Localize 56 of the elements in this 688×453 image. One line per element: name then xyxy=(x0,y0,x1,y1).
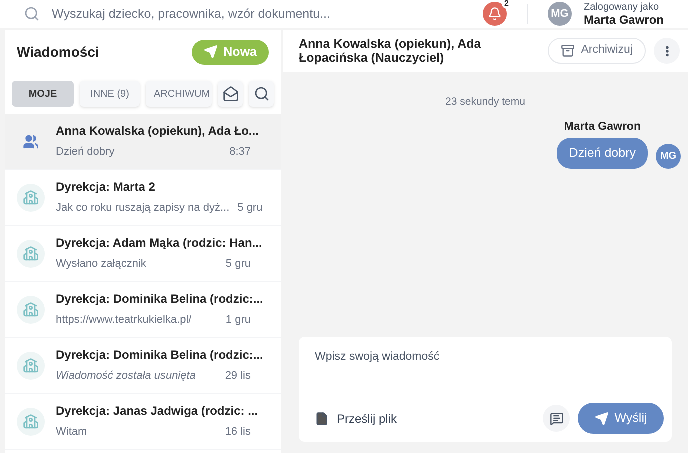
send-button[interactable]: Wyślij xyxy=(578,403,664,434)
filter-tab[interactable]: MOJE xyxy=(12,81,74,107)
school-icon xyxy=(23,246,39,262)
group-icon xyxy=(23,134,39,150)
message-input[interactable]: Wpisz swoją wiadomość xyxy=(315,349,656,366)
search-icon xyxy=(24,6,40,22)
read-filter-button[interactable] xyxy=(218,81,244,107)
template-button[interactable] xyxy=(543,405,570,432)
thread-time: 16 lis xyxy=(225,425,251,440)
thread-time: 5 gru xyxy=(238,201,263,216)
school-icon xyxy=(23,190,39,206)
school-icon xyxy=(23,302,39,318)
filter-tab[interactable]: INNE (9) xyxy=(80,81,140,107)
paper-plane-icon xyxy=(594,412,609,426)
thread-preview: Witam xyxy=(56,425,88,440)
more-icon xyxy=(666,46,668,56)
thread-time: 29 lis xyxy=(225,369,251,384)
thread-preview: Wiadomość została usunięta xyxy=(56,369,196,384)
thread-title: Dyrekcja: Adam Mąka (rodzic: Han... xyxy=(56,235,262,252)
logged-in-caption: Zalogowany jako xyxy=(584,2,660,14)
search-button[interactable] xyxy=(249,81,274,107)
conversation-title: Anna Kowalska (opiekun), Ada Łopacińska (Nauczyciel) xyxy=(299,37,482,65)
user-name: Marta Gawron xyxy=(584,14,664,26)
search-icon xyxy=(254,86,270,102)
file-icon xyxy=(315,412,329,426)
sidebar-title: Wiadomości xyxy=(17,42,100,62)
more-options-button[interactable] xyxy=(654,38,680,64)
user-avatar: MG xyxy=(656,144,681,169)
thread-title: Dyrekcja: Dominika Belina (rodzic:... xyxy=(56,291,264,308)
notification-badge: 2 xyxy=(502,0,512,9)
message-bubble: Dzień dobry xyxy=(557,138,648,169)
bell-icon xyxy=(488,7,502,21)
thread-preview: Wysłano załącznik xyxy=(56,257,146,272)
thread-item[interactable]: Anna Kowalska (opiekun), Ada Ło... Dzień dobry 8:37 xyxy=(5,114,281,170)
paper-plane-icon xyxy=(204,45,218,59)
school-icon xyxy=(23,414,39,430)
thread-preview: Jak co roku ruszają zapisy na dyż... xyxy=(56,201,230,216)
thread-title: Dyrekcja: Marta 2 xyxy=(56,179,156,196)
archive-icon xyxy=(561,44,576,58)
thread-preview: https://www.teatrkukielka.pl/ xyxy=(56,313,192,328)
thread-time: 1 gru xyxy=(226,313,251,328)
filter-tab[interactable]: ARCHIWUM xyxy=(146,81,212,107)
message-author: Marta Gawron xyxy=(564,120,641,135)
thread-time: 5 gru xyxy=(226,257,251,272)
message-timestamp: 23 sekundy temu xyxy=(444,95,526,110)
open-envelope-icon xyxy=(222,86,239,102)
school-icon xyxy=(23,358,39,374)
attach-file-button[interactable]: Prześlij plik xyxy=(337,410,543,428)
thread-title: Anna Kowalska (opiekun), Ada Ło... xyxy=(56,123,259,140)
search-input[interactable]: Wyszukaj dziecko, pracownika, wzór dokumentu... xyxy=(52,4,483,24)
thread-time: 8:37 xyxy=(230,145,251,160)
speech-bubble-icon xyxy=(550,412,564,426)
thread-preview: Dzień dobry xyxy=(56,145,115,160)
archive-button[interactable]: Archiwizuj xyxy=(548,38,646,64)
thread-title: Dyrekcja: Dominika Belina (rodzic:... xyxy=(56,347,264,364)
thread-title: Dyrekcja: Janas Jadwiga (rodzic: ... xyxy=(56,403,258,420)
